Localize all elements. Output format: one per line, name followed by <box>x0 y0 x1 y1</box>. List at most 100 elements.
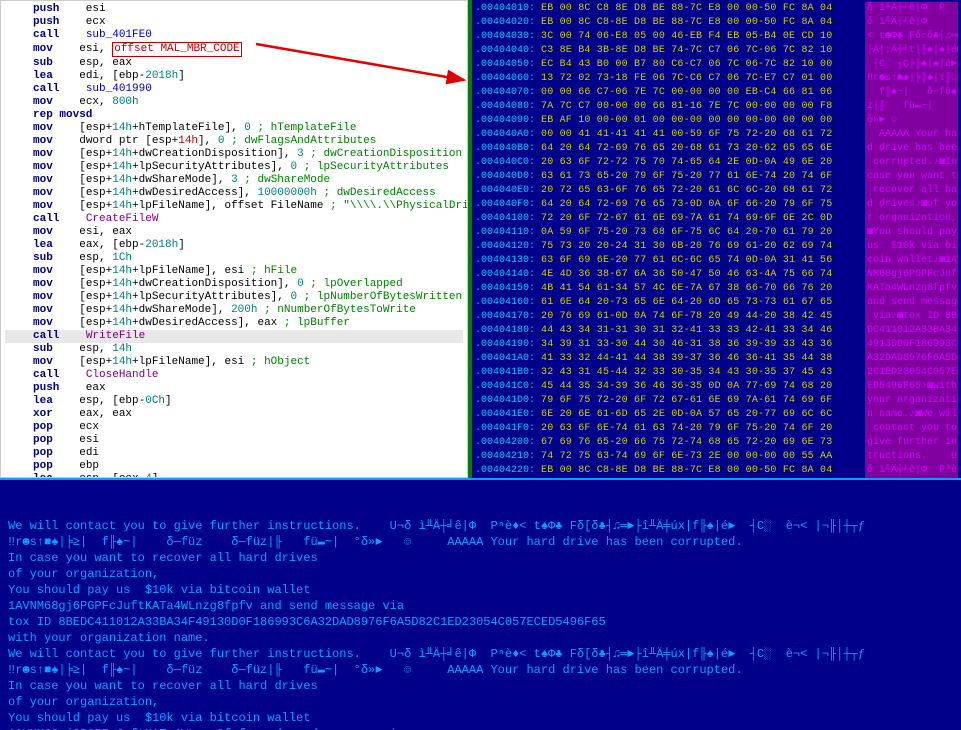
hex-ascii: ├Ä┤;Ä╪╛t|╟♠|♠|é► <box>865 44 958 58</box>
disasm-line[interactable]: mov [esp+14h+lpFileName], offset FileNam… <box>5 200 463 213</box>
hex-row[interactable]: .00404100: 72 20 6F 72-67 61 6E 69-7A 61… <box>475 212 958 226</box>
disasm-line[interactable]: lea esp, [ebp-0Ch] <box>5 395 463 408</box>
disasm-line[interactable]: push ecx <box>5 16 463 29</box>
disasm-line[interactable]: call WriteFile <box>5 330 463 343</box>
hex-row[interactable]: .00404060: 13 72 02 73-18 FE 06 7C-C6 C7… <box>475 72 958 86</box>
hex-ascii: case you want to <box>865 170 958 184</box>
disasm-line[interactable]: mov [esp+14h+lpSecurityAttributes], 0 ; … <box>5 161 463 174</box>
hex-row[interactable]: .00404220: EB 00 8C C8-8E D8 BE 88-7C E8… <box>475 464 958 478</box>
hex-addr: .00404080: <box>475 100 541 114</box>
disasm-line[interactable]: mov dword ptr [esp+14h], 0 ; dwFlagsAndA… <box>5 135 463 148</box>
disasm-line[interactable]: mov [esp+14h+dwDesiredAccess], eax ; lpB… <box>5 317 463 330</box>
hex-row[interactable]: .004040E0: 20 72 65 63-6F 76 65 72-20 61… <box>475 184 958 198</box>
hex-bytes: 6E 20 6E 61-6D 65 2E 0D-0A 57 65 20-77 6… <box>541 408 863 422</box>
disasm-line[interactable]: pop ebp <box>5 460 463 473</box>
disasm-line[interactable]: mov [esp+14h+dwShareMode], 3 ; dwShareMo… <box>5 174 463 187</box>
hex-bytes: 79 6F 75 72-20 6F 72 67-61 6E 69 7A-61 7… <box>541 394 863 408</box>
disassembly-pane[interactable]: push esipush ecxcall sub_401FE0mov esi, … <box>0 0 468 478</box>
disasm-line[interactable]: lea esp, [ecx-4] <box>5 473 463 478</box>
hex-row[interactable]: .004040A0: 00 00 41 41-41 41 41 00-59 6F… <box>475 128 958 142</box>
hex-row[interactable]: .00404170: 20 76 69 61-0D 0A 74 6F-78 20… <box>475 310 958 324</box>
disasm-line[interactable]: call sub_401FE0 <box>5 29 463 42</box>
disasm-line[interactable]: rep movsd <box>5 109 463 122</box>
hex-bytes: 74 72 75 63-74 69 6F 6E-73 2E 00 00-00 0… <box>541 450 863 464</box>
hex-row[interactable]: .00404080: 7A 7C C7 00-00 00 66 81-16 7E… <box>475 100 958 114</box>
disasm-line[interactable]: sub esp, 14h <box>5 343 463 356</box>
disasm-line[interactable]: pop edi <box>5 447 463 460</box>
disasm-line[interactable]: call CreateFileW <box>5 213 463 226</box>
disasm-line[interactable]: mov [esp+14h+dwShareMode], 200h ; nNumbe… <box>5 304 463 317</box>
disasm-line[interactable]: push esi <box>5 3 463 16</box>
disasm-line[interactable]: lea edi, [ebp-2018h] <box>5 70 463 83</box>
disasm-line[interactable]: sub esp, 1Ch <box>5 252 463 265</box>
hex-row[interactable]: .00404160: 61 6E 64 20-73 65 6E 64-20 6D… <box>475 296 958 310</box>
disasm-line[interactable]: mov [esp+14h+dwCreationDisposition], 0 ;… <box>5 278 463 291</box>
hex-addr: .004040D0: <box>475 170 541 184</box>
hex-ascii: contact you to <box>865 422 958 436</box>
disasm-line[interactable]: call sub_401990 <box>5 83 463 96</box>
hex-row[interactable]: .00404200: 67 69 76 65-20 66 75 72-74 68… <box>475 436 958 450</box>
hex-row[interactable]: .00404110: 0A 59 6F 75-20 73 68 6F-75 6C… <box>475 226 958 240</box>
hex-row[interactable]: .00404090: EB AF 10 00-00 01 00 00-00 00… <box>475 114 958 128</box>
hex-ascii: your organizatio <box>865 394 958 408</box>
hex-row[interactable]: .004040D0: 63 61 73 65-20 79 6F 75-20 77… <box>475 170 958 184</box>
hex-row[interactable]: .004041A0: 41 33 32 44-41 44 38 39-37 36… <box>475 352 958 366</box>
disasm-line[interactable]: mov esi, offset MAL_MBR_CODE <box>5 42 463 57</box>
hex-row[interactable]: .004040F0: 64 20 64 72-69 76 65 73-0D 0A… <box>475 198 958 212</box>
disasm-line[interactable]: pop esi <box>5 434 463 447</box>
hex-row[interactable]: .00404050: EC B4 43 B0 00 B7 80 C6-C7 06… <box>475 58 958 72</box>
disasm-line[interactable]: mov ecx, 800h <box>5 96 463 109</box>
hex-dump-pane[interactable]: .00404010: EB 00 8C C8 8E D8 BE 88-7C E8… <box>468 0 961 478</box>
hex-row[interactable]: .00404190: 34 39 31 33-30 44 30 46-31 38… <box>475 338 958 352</box>
ransom-line: ‼r☻s↑■♠|╞≥| f╟♠~| δ─füz δ─füz|╟ fü▬~| °δ… <box>8 662 953 678</box>
disasm-line[interactable]: xor eax, eax <box>5 408 463 421</box>
disasm-line[interactable]: mov [esp+14h+dwDesiredAccess], 10000000h… <box>5 187 463 200</box>
hex-bytes: 61 6E 64 20-73 65 6E 64-20 6D 65 73-73 6… <box>541 296 863 310</box>
hex-row[interactable]: .004041B0: 32 43 31 45-44 32 33 30-35 34… <box>475 366 958 380</box>
ransom-line: We will contact you to give further inst… <box>8 518 953 534</box>
hex-row[interactable]: .00404140: 4E 4D 36 38-67 6A 36 50-47 50… <box>475 268 958 282</box>
hex-addr: .004040E0: <box>475 184 541 198</box>
hex-row[interactable]: .004040B0: 64 20 64 72-69 76 65 20-68 61… <box>475 142 958 156</box>
hex-row[interactable]: .00404180: 44 43 34 31-31 30 31 32-41 33… <box>475 324 958 338</box>
hex-row[interactable]: .004041F0: 20 63 6F 6E-74 61 63 74-20 79… <box>475 422 958 436</box>
hex-addr: .00404100: <box>475 212 541 226</box>
disasm-line[interactable]: call CloseHandle <box>5 369 463 382</box>
disasm-line[interactable]: mov [esp+14h+hTemplateFile], 0 ; hTempla… <box>5 122 463 135</box>
disasm-line[interactable]: mov [esp+14h+lpFileName], esi ; hFile <box>5 265 463 278</box>
hex-row[interactable]: .00404070: 00 00 66 C7-06 7E 7C 00-00 00… <box>475 86 958 100</box>
disasm-line[interactable]: mov [esp+14h+lpFileName], esi ; hObject <box>5 356 463 369</box>
disasm-line[interactable]: mov [esp+14h+lpSecurityAttributes], 0 ; … <box>5 291 463 304</box>
hex-bytes: 32 43 31 45-44 32 33 30-35 34 43 30-35 3… <box>541 366 863 380</box>
hex-addr: .00404200: <box>475 436 541 450</box>
hex-addr: .004041A0: <box>475 352 541 366</box>
hex-row[interactable]: .00404040: C3 8E B4 3B-8E D8 BE 74-7C C7… <box>475 44 958 58</box>
hex-row[interactable]: .00404030: 3C 00 74 06-E8 05 00 46-EB F4… <box>475 30 958 44</box>
hex-row[interactable]: .00404120: 75 73 20 20-24 31 30 6B-20 76… <box>475 240 958 254</box>
disasm-line[interactable]: pop ecx <box>5 421 463 434</box>
hex-row[interactable]: .00404130: 63 6F 69 6E-20 77 61 6C-6C 65… <box>475 254 958 268</box>
hex-row[interactable]: .004041C0: 45 44 35 34-39 36 46 36-35 0D… <box>475 380 958 394</box>
disasm-line[interactable]: lea eax, [ebp-2018h] <box>5 239 463 252</box>
disasm-line[interactable]: mov esi, eax <box>5 226 463 239</box>
ransom-line: In case you want to recover all hard dri… <box>8 550 953 566</box>
ransom-line: 1AVNM68gj6PGPFcJuftKATa4WLnzg8fpfv and s… <box>8 726 953 730</box>
hex-bytes: 4E 4D 36 38-67 6A 36 50-47 50 46 63-4A 7… <box>541 268 863 282</box>
hex-row[interactable]: .004041E0: 6E 20 6E 61-6D 65 2E 0D-0A 57… <box>475 408 958 422</box>
hex-addr: .004040A0: <box>475 128 541 142</box>
hex-row[interactable]: .00404010: EB 00 8C C8 8E D8 BE 88-7C E8… <box>475 2 958 16</box>
hex-row[interactable]: .00404210: 74 72 75 63-74 69 6F 6E-73 2E… <box>475 450 958 464</box>
hex-bytes: 20 72 65 63-6F 76 65 72-20 61 6C 6C-20 6… <box>541 184 863 198</box>
disasm-line[interactable]: mov [esp+14h+dwCreationDisposition], 3 ;… <box>5 148 463 161</box>
hex-addr: .00404090: <box>475 114 541 128</box>
hex-bytes: 41 33 32 44-41 44 38 39-37 36 46 36-41 3… <box>541 352 863 366</box>
hex-row[interactable]: .004040C0: 20 63 6F 72-72 75 70 74-65 64… <box>475 156 958 170</box>
hex-row[interactable]: .00404150: 4B 41 54 61-34 57 4C 6E-7A 67… <box>475 282 958 296</box>
hex-row[interactable]: .00404020: EB 00 8C C8-8E D8 BE 88-7C E8… <box>475 16 958 30</box>
hex-row[interactable]: .004041D0: 79 6F 75 72-20 6F 72 67-61 6E… <box>475 394 958 408</box>
hex-ascii: r organization,♪ <box>865 212 958 226</box>
hex-ascii: corrupted.♪◙In <box>865 156 958 170</box>
disasm-line[interactable]: push eax <box>5 382 463 395</box>
disasm-line[interactable]: sub esp, eax <box>5 57 463 70</box>
hex-bytes: 13 72 02 73-18 FE 06 7C-C6 C7 06 7C-E7 C… <box>541 72 863 86</box>
